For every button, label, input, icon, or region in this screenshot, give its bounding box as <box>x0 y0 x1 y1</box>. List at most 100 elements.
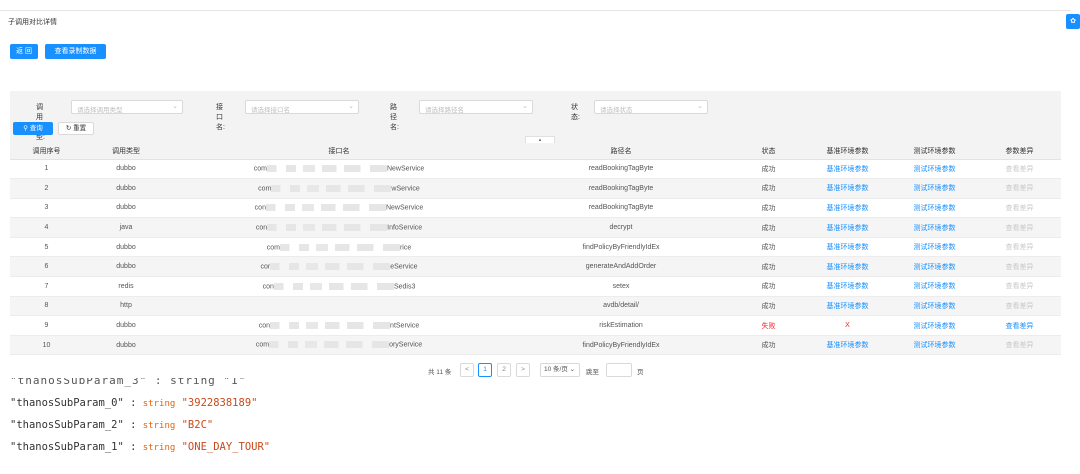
prev-page-button[interactable]: < <box>460 363 474 377</box>
table-row: 6 dubbo cor eService generateAndAddOrder 成功 基准… <box>10 256 1061 278</box>
search-icon: ⚲ <box>23 125 28 132</box>
table-row: 10 dubbo com oryService findPolicyByFriendly… <box>10 335 1061 356</box>
status-select[interactable]: 请选择状态 ⌄ <box>594 100 708 114</box>
view-diff-link[interactable]: 查看差异 <box>978 217 1061 238</box>
test-params-link[interactable]: 测试环境参数 <box>891 315 978 336</box>
test-params-link[interactable]: 测试环境参数 <box>891 237 978 258</box>
cell-type: dubbo <box>83 198 169 219</box>
cell-status: 成功 <box>733 256 804 278</box>
code-line: "thanosSubParam_2" : string "B2C" <box>10 414 910 436</box>
test-params-link[interactable]: 测试环境参数 <box>891 276 978 297</box>
test-params-link[interactable]: 测试环境参数 <box>891 296 978 317</box>
base-params-link[interactable]: 基准环境参数 <box>804 237 891 258</box>
view-diff-link[interactable]: 查看差异 <box>978 276 1061 297</box>
table-row: 5 dubbo com rice findPolicyByFriendlyIdEx 成功基… <box>10 237 1061 258</box>
collapse-toggle[interactable]: ▴ <box>525 136 555 143</box>
filter-panel: 调用类型: 请选择调用类型 ⌄ 接口名: 请选择接口名 ⌄ 路径名: 请选择路径… <box>10 91 1061 356</box>
query-button[interactable]: ⚲ 查询 <box>13 122 53 135</box>
redaction-mask <box>265 204 386 212</box>
redaction-mask <box>271 184 392 192</box>
cell-path: readBookingTagByte <box>509 178 733 199</box>
settings-button[interactable]: ✿ <box>1066 14 1080 29</box>
cell-interface: com rice <box>169 237 509 258</box>
base-params-link[interactable]: 基准环境参数 <box>804 296 891 317</box>
redaction-mask <box>273 282 394 290</box>
base-params-link[interactable]: 基准环境参数 <box>804 335 891 356</box>
cell-type: java <box>83 217 169 238</box>
cell-interface: con Sedis3 <box>169 276 509 297</box>
col-base-params: 基准环境参数 <box>804 143 891 160</box>
path-placeholder: 请选择路径名 <box>425 107 464 114</box>
base-params-link[interactable]: 基准环境参数 <box>804 198 891 219</box>
page-1-button[interactable]: 1 <box>478 363 492 377</box>
back-button[interactable]: 返 回 <box>10 44 38 59</box>
cell-status: 成功 <box>733 217 804 238</box>
page-size-select[interactable]: 10 条/页 ⌄ <box>540 363 580 377</box>
view-diff-link[interactable]: 查看差异 <box>978 296 1061 317</box>
test-params-link[interactable]: 测试环境参数 <box>891 217 978 238</box>
jump-label: 跳至 <box>586 369 599 376</box>
cell-interface: com oryService <box>169 335 509 356</box>
cell-seq: 1 <box>10 159 83 180</box>
param-value: "ONE_DAY_TOUR" <box>181 441 271 453</box>
chevron-down-icon: ⌄ <box>172 103 178 110</box>
base-params-link[interactable]: 基准环境参数 <box>804 178 891 199</box>
call-type-select[interactable]: 请选择调用类型 ⌄ <box>71 100 183 114</box>
base-params-link[interactable]: 基准环境参数 <box>804 159 891 180</box>
json-viewer: "thanosSubParam_3" : string "1" "thanosS… <box>10 378 910 458</box>
cell-seq: 2 <box>10 178 83 199</box>
colon: : <box>123 397 143 409</box>
cell-path: avdb/detail/ <box>509 296 733 317</box>
table-row: 9 dubbo con ntService riskEstimation 失败 X 测试环境参… <box>10 315 1061 336</box>
path-select[interactable]: 请选择路径名 ⌄ <box>419 100 533 114</box>
view-diff-link[interactable]: 查看差异 <box>978 198 1061 219</box>
cell-path: readBookingTagByte <box>509 159 733 180</box>
view-diff-link[interactable]: 查看差异 <box>978 237 1061 258</box>
redaction-mask <box>270 321 391 329</box>
base-params-link[interactable]: X <box>804 315 891 336</box>
param-key: "thanosSubParam_0" <box>10 397 124 409</box>
next-page-button[interactable]: > <box>516 363 530 377</box>
view-diff-link[interactable]: 查看差异 <box>978 178 1061 199</box>
cell-status: 成功 <box>733 335 804 356</box>
status-label: 状态: <box>571 104 580 121</box>
redaction-mask <box>267 223 388 231</box>
col-interface: 接口名 <box>169 143 509 160</box>
cut-off-line: "thanosSubParam_3" : string "1" <box>10 378 247 387</box>
cell-seq: 7 <box>10 276 83 297</box>
test-params-link[interactable]: 测试环境参数 <box>891 198 978 219</box>
base-params-link[interactable]: 基准环境参数 <box>804 217 891 238</box>
cell-path: findPolicyByFriendlyIdEx <box>509 237 733 258</box>
reset-button[interactable]: ↻ 重置 <box>58 122 94 135</box>
gear-icon: ✿ <box>1070 18 1076 25</box>
table-row: 7 redis con Sedis3 setex 成功 基准环境参数 测试环境参数 查看差异 <box>10 276 1061 297</box>
view-diff-link[interactable]: 查看差异 <box>978 256 1061 278</box>
masked-interface-name: con InfoService <box>255 223 423 232</box>
cell-seq: 8 <box>10 296 83 317</box>
cell-interface: con NewService <box>169 198 509 219</box>
jump-page-input[interactable] <box>606 363 632 377</box>
page-unit-label: 页 <box>637 369 644 376</box>
interface-select[interactable]: 请选择接口名 ⌄ <box>245 100 359 114</box>
test-params-link[interactable]: 测试环境参数 <box>891 159 978 180</box>
masked-interface-name: com wService <box>258 184 420 193</box>
base-params-link[interactable]: 基准环境参数 <box>804 256 891 278</box>
col-status: 状态 <box>733 143 804 160</box>
masked-interface-name: con NewService <box>254 204 424 212</box>
view-diff-link[interactable]: 查看差异 <box>978 335 1061 356</box>
test-params-link[interactable]: 测试环境参数 <box>891 256 978 278</box>
page-2-button[interactable]: 2 <box>497 363 511 377</box>
test-params-link[interactable]: 测试环境参数 <box>891 178 978 199</box>
cell-status: 成功 <box>733 296 804 317</box>
base-params-link[interactable]: 基准环境参数 <box>804 276 891 297</box>
test-params-link[interactable]: 测试环境参数 <box>891 335 978 356</box>
table-row: 1 dubbo com NewService readBookingTagByte 成功基… <box>10 159 1061 180</box>
cell-status: 成功 <box>733 276 804 297</box>
param-value: "B2C" <box>181 419 214 431</box>
param-type: string <box>142 443 176 453</box>
masked-interface-name: cor eService <box>260 263 418 271</box>
view-diff-link[interactable]: 查看差异 <box>978 159 1061 180</box>
view-diff-link[interactable]: 查看差异 <box>978 315 1061 336</box>
view-record-button[interactable]: 查看录制数据 <box>45 44 106 59</box>
page-size-value: 10 条/页 <box>544 366 568 373</box>
